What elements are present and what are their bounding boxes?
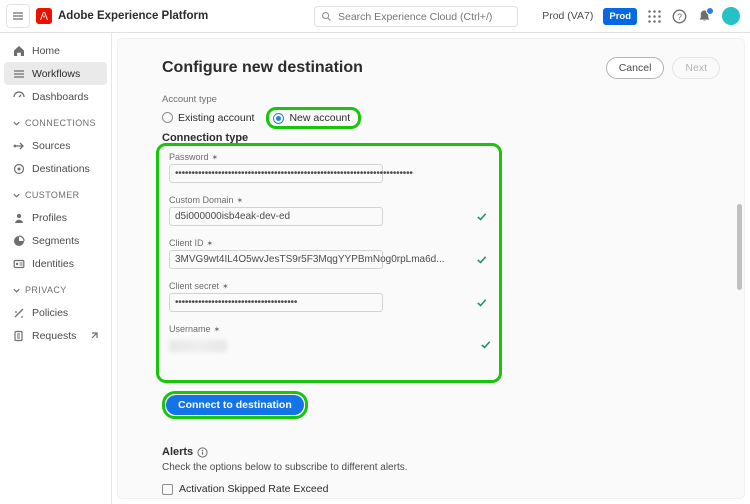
home-icon [12, 44, 26, 58]
nav-label: Workflows [32, 68, 80, 80]
cancel-button[interactable]: Cancel [606, 57, 665, 79]
nav-section-label: Customer [25, 190, 80, 200]
chevron-down-icon [12, 286, 21, 295]
identity-icon [12, 257, 26, 271]
svg-text:?: ? [677, 11, 682, 21]
info-icon[interactable] [197, 447, 208, 458]
password-label: Password✶ [169, 152, 489, 162]
client-secret-input[interactable]: ••••••••••••••••••••••••••••••••••••• [169, 293, 383, 312]
nav-section-label: Privacy [25, 285, 67, 295]
check-icon [475, 253, 488, 266]
nav-home[interactable]: Home [4, 39, 107, 62]
nav-label: Destinations [32, 163, 90, 175]
nav-workflows[interactable]: Workflows [4, 62, 107, 85]
workflow-icon [12, 67, 26, 81]
checkbox-icon[interactable] [162, 484, 173, 495]
dashboard-icon [12, 90, 26, 104]
custom-domain-label: Custom Domain✶ [169, 195, 489, 205]
top-header: Adobe Experience Platform Prod (VA7) Pro… [0, 0, 750, 33]
alert-option-skipped-rate[interactable]: Activation Skipped Rate Exceed [162, 483, 714, 495]
radio-new-account[interactable]: New account [266, 107, 361, 129]
radio-existing-account[interactable]: Existing account [162, 112, 254, 124]
nav-sources[interactable]: Sources [4, 134, 107, 157]
username-input[interactable] [169, 340, 227, 352]
check-icon [475, 210, 488, 223]
nav-label: Segments [32, 235, 79, 247]
nav-section-customer[interactable]: Customer [4, 184, 107, 206]
nav-profiles[interactable]: Profiles [4, 206, 107, 229]
nav-policies[interactable]: Policies [4, 301, 107, 324]
org-switcher[interactable]: Prod (VA7) [542, 10, 593, 22]
hamburger-menu-button[interactable] [6, 4, 30, 28]
nav-label: Dashboards [32, 91, 89, 103]
nav-label: Identities [32, 258, 74, 270]
left-nav: Home Workflows Dashboards Connections So… [0, 33, 112, 504]
nav-segments[interactable]: Segments [4, 229, 107, 252]
help-icon[interactable]: ? [672, 9, 687, 24]
account-type-label: Account type [162, 94, 217, 105]
connection-form: Password✶ ••••••••••••••••••••••••••••••… [156, 143, 502, 383]
next-button[interactable]: Next [672, 57, 720, 79]
header-left: Adobe Experience Platform [0, 4, 208, 28]
nav-label: Sources [32, 140, 71, 152]
connect-to-destination-button[interactable]: Connect to destination [166, 395, 304, 415]
profile-icon [12, 211, 26, 225]
hamburger-icon [12, 10, 24, 22]
adobe-logo-icon [36, 8, 52, 24]
nav-destinations[interactable]: Destinations [4, 157, 107, 180]
alerts-subtext: Check the options below to subscribe to … [162, 462, 714, 473]
destinations-icon [12, 162, 26, 176]
custom-domain-input[interactable]: d5i000000isb4eak-dev-ed [169, 207, 383, 226]
notifications-bell-icon[interactable] [697, 9, 712, 24]
nav-identities[interactable]: Identities [4, 252, 107, 275]
chevron-down-icon [12, 191, 21, 200]
segments-icon [12, 234, 26, 248]
page-title: Configure new destination [162, 59, 363, 77]
nav-label: Requests [32, 330, 76, 342]
alerts-section: Alerts Check the options below to subscr… [162, 446, 714, 495]
alerts-heading: Alerts [162, 446, 193, 458]
nav-label: Home [32, 45, 60, 57]
alert-option-label: Activation Skipped Rate Exceed [179, 483, 328, 495]
check-icon [479, 338, 492, 351]
search-icon [321, 11, 332, 22]
username-label: Username✶ [169, 324, 489, 334]
sources-icon [12, 139, 26, 153]
requests-icon [12, 329, 26, 343]
client-secret-label: Client secret✶ [169, 281, 489, 291]
nav-label: Policies [32, 307, 68, 319]
password-input[interactable]: ••••••••••••••••••••••••••••••••••••••••… [169, 164, 383, 183]
scrollbar-thumb[interactable] [737, 204, 742, 290]
check-icon [475, 296, 488, 309]
policies-icon [12, 306, 26, 320]
nav-requests[interactable]: Requests [4, 324, 107, 347]
client-id-input[interactable]: 3MVG9wt4IL4O5wvJesTS9r5F3MqgYYPBmNog0rpL… [169, 250, 383, 269]
nav-section-privacy[interactable]: Privacy [4, 279, 107, 301]
client-id-label: Client ID✶ [169, 238, 489, 248]
nav-label: Profiles [32, 212, 67, 224]
search-input[interactable] [336, 10, 511, 24]
main-canvas: Configure new destination Cancel Next Ac… [112, 33, 750, 504]
nav-dashboards[interactable]: Dashboards [4, 85, 107, 108]
app-title: Adobe Experience Platform [58, 10, 208, 22]
user-avatar[interactable] [722, 7, 740, 25]
app-switcher-icon[interactable] [647, 9, 662, 24]
account-type-radios: Existing account New account [162, 107, 361, 129]
chevron-down-icon [12, 119, 21, 128]
header-right: Prod (VA7) Prod ? [542, 7, 750, 25]
global-search[interactable] [314, 6, 518, 27]
env-pill: Prod [603, 8, 637, 25]
nav-section-label: Connections [25, 118, 96, 128]
open-external-icon [89, 331, 99, 341]
nav-section-connections[interactable]: Connections [4, 112, 107, 134]
